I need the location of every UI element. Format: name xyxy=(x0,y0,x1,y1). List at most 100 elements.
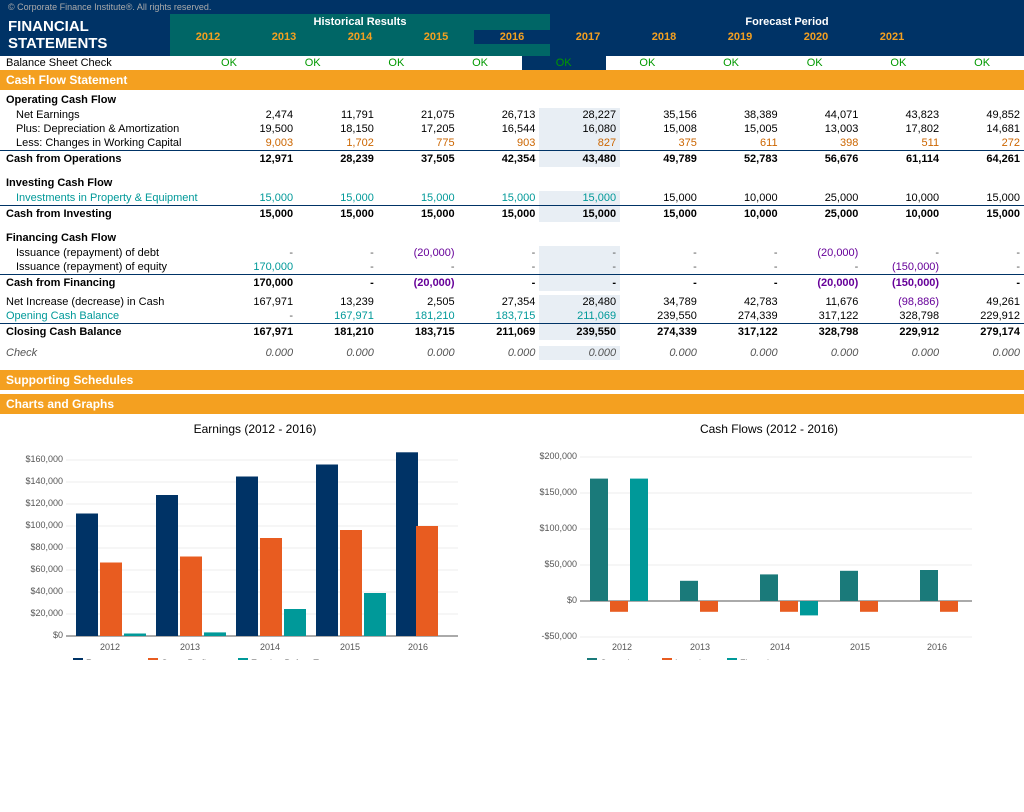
closing-cash-row: Closing Cash Balance 167,971 181,210 183… xyxy=(0,324,1024,341)
equity-row: Issuance (repayment) of equity 170,000 -… xyxy=(0,260,1024,275)
svg-text:2015: 2015 xyxy=(850,642,870,652)
svg-text:2012: 2012 xyxy=(100,642,120,652)
legend-fin-label: Financing xyxy=(740,658,779,660)
ne-2018: 38,389 xyxy=(701,108,782,122)
cash-from-investing-label: Cash from Investing xyxy=(0,206,216,223)
svg-text:$0: $0 xyxy=(53,630,63,640)
check-row: Check 0.000 0.000 0.000 0.000 0.000 0.00… xyxy=(0,346,1024,360)
legend-ebt-icon xyxy=(238,658,248,660)
bar-2012-ebt xyxy=(124,634,146,637)
cash-from-ops-label: Cash from Operations xyxy=(0,151,216,168)
svg-text:$140,000: $140,000 xyxy=(25,476,63,486)
forecast-header: Forecast Period xyxy=(550,14,1024,30)
cash-from-ops-row: Cash from Operations 12,971 28,239 37,50… xyxy=(0,151,1024,168)
cf-2015-inv xyxy=(860,601,878,612)
legend-fin-icon xyxy=(727,658,737,660)
bar-2014-gp xyxy=(260,538,282,636)
equity-label: Issuance (repayment) of equity xyxy=(0,260,216,275)
ne-2016: 28,227 xyxy=(539,108,620,122)
cf-2014-fin xyxy=(800,601,818,615)
da-row: Plus: Depreciation & Amortization 19,500… xyxy=(0,122,1024,136)
cf-2014-op xyxy=(760,574,778,601)
cf-2016-op xyxy=(920,570,938,601)
investing-label: Investing Cash Flow xyxy=(0,173,1024,191)
wc-label: Less: Changes in Working Capital xyxy=(0,136,216,151)
financing-label: Financing Cash Flow xyxy=(0,228,1024,246)
cf-2015-op xyxy=(840,571,858,601)
bar-2015-revenue xyxy=(316,465,338,637)
page-title: FINANCIAL STATEMENTS xyxy=(8,18,162,52)
svg-text:2014: 2014 xyxy=(770,642,790,652)
historical-header: Historical Results xyxy=(170,14,550,30)
svg-text:$100,000: $100,000 xyxy=(539,523,577,533)
cf-2014-inv xyxy=(780,601,798,612)
svg-text:2015: 2015 xyxy=(340,642,360,652)
ne-2017: 35,156 xyxy=(620,108,701,122)
balance-ok-2019: OK xyxy=(773,56,857,70)
svg-text:2014: 2014 xyxy=(260,642,280,652)
svg-text:2013: 2013 xyxy=(690,642,710,652)
net-earnings-label: Net Earnings xyxy=(0,108,216,122)
charts-section-header: Charts and Graphs xyxy=(0,394,1024,414)
header-bar: © Corporate Finance Institute®. All righ… xyxy=(0,0,1024,56)
cf-2012-op xyxy=(590,479,608,601)
charts-area: Earnings (2012 - 2016) $160,000 $140,000… xyxy=(0,414,1024,671)
bar-2015-ebt xyxy=(364,593,386,636)
svg-text:2013: 2013 xyxy=(180,642,200,652)
balance-ok-2020: OK xyxy=(857,56,941,70)
legend-revenue-label: Revenue xyxy=(86,658,122,660)
year-2020: 2020 xyxy=(778,30,854,44)
copyright: © Corporate Finance Institute®. All righ… xyxy=(0,0,1024,14)
ne-2021: 49,852 xyxy=(943,108,1024,122)
earnings-chart: Earnings (2012 - 2016) $160,000 $140,000… xyxy=(8,422,502,663)
ne-2012: 2,474 xyxy=(216,108,297,122)
legend-revenue-icon xyxy=(73,658,83,660)
year-2015: 2015 xyxy=(398,30,474,44)
ne-2014: 21,075 xyxy=(378,108,459,122)
bar-2015-gp xyxy=(340,530,362,636)
bar-2012-gp xyxy=(100,563,122,637)
balance-ok-2016: OK xyxy=(522,56,606,70)
legend-gp-icon xyxy=(148,658,158,660)
svg-text:$150,000: $150,000 xyxy=(539,487,577,497)
svg-text:2012: 2012 xyxy=(612,642,632,652)
ne-2019: 44,071 xyxy=(782,108,863,122)
da-label: Plus: Depreciation & Amortization xyxy=(0,122,216,136)
earnings-chart-svg: $160,000 $140,000 $120,000 $100,000 $80,… xyxy=(8,440,468,660)
opening-cash-label: Opening Cash Balance xyxy=(0,309,216,324)
svg-text:$200,000: $200,000 xyxy=(539,451,577,461)
bar-2013-gp xyxy=(180,557,202,637)
investing-header-row: Investing Cash Flow xyxy=(0,173,1024,191)
balance-ok-2012: OK xyxy=(187,56,271,70)
year-2017: 2017 xyxy=(550,30,626,44)
ne-2013: 11,791 xyxy=(297,108,378,122)
operating-label: Operating Cash Flow xyxy=(0,90,1024,108)
bar-2014-revenue xyxy=(236,477,258,637)
svg-text:$40,000: $40,000 xyxy=(30,586,63,596)
svg-text:2016: 2016 xyxy=(927,642,947,652)
legend-op-label: Operating xyxy=(600,658,640,660)
bar-2013-revenue xyxy=(156,495,178,636)
debt-row: Issuance (repayment) of debt - - (20,000… xyxy=(0,246,1024,260)
bar-2012-revenue xyxy=(76,514,98,637)
financing-header-row: Financing Cash Flow xyxy=(0,228,1024,246)
investments-label: Investments in Property & Equipment xyxy=(0,191,216,206)
legend-inv-icon xyxy=(662,658,672,660)
cash-from-financing-row: Cash from Financing 170,000 - (20,000) -… xyxy=(0,275,1024,292)
balance-check-table: Balance Sheet Check OK OK OK OK OK OK OK… xyxy=(0,56,1024,70)
bar-2013-ebt xyxy=(204,632,226,636)
earnings-chart-title: Earnings (2012 - 2016) xyxy=(8,422,502,436)
balance-ok-2017: OK xyxy=(606,56,690,70)
cf-2013-op xyxy=(680,581,698,601)
balance-check-row: Balance Sheet Check OK OK OK OK OK OK OK… xyxy=(0,56,1024,70)
bar-2014-ebt xyxy=(284,609,306,636)
svg-text:2016: 2016 xyxy=(408,642,428,652)
balance-ok-2015: OK xyxy=(438,56,522,70)
legend-gp-label: Gross Profit xyxy=(161,658,209,660)
cashflow-section-header: Cash Flow Statement xyxy=(0,70,1024,90)
balance-ok-2018: OK xyxy=(689,56,773,70)
legend-inv-label: Investing xyxy=(675,658,711,660)
wc-row: Less: Changes in Working Capital 9,003 1… xyxy=(0,136,1024,151)
cf-2016-inv xyxy=(940,601,958,612)
svg-text:$0: $0 xyxy=(567,595,577,605)
